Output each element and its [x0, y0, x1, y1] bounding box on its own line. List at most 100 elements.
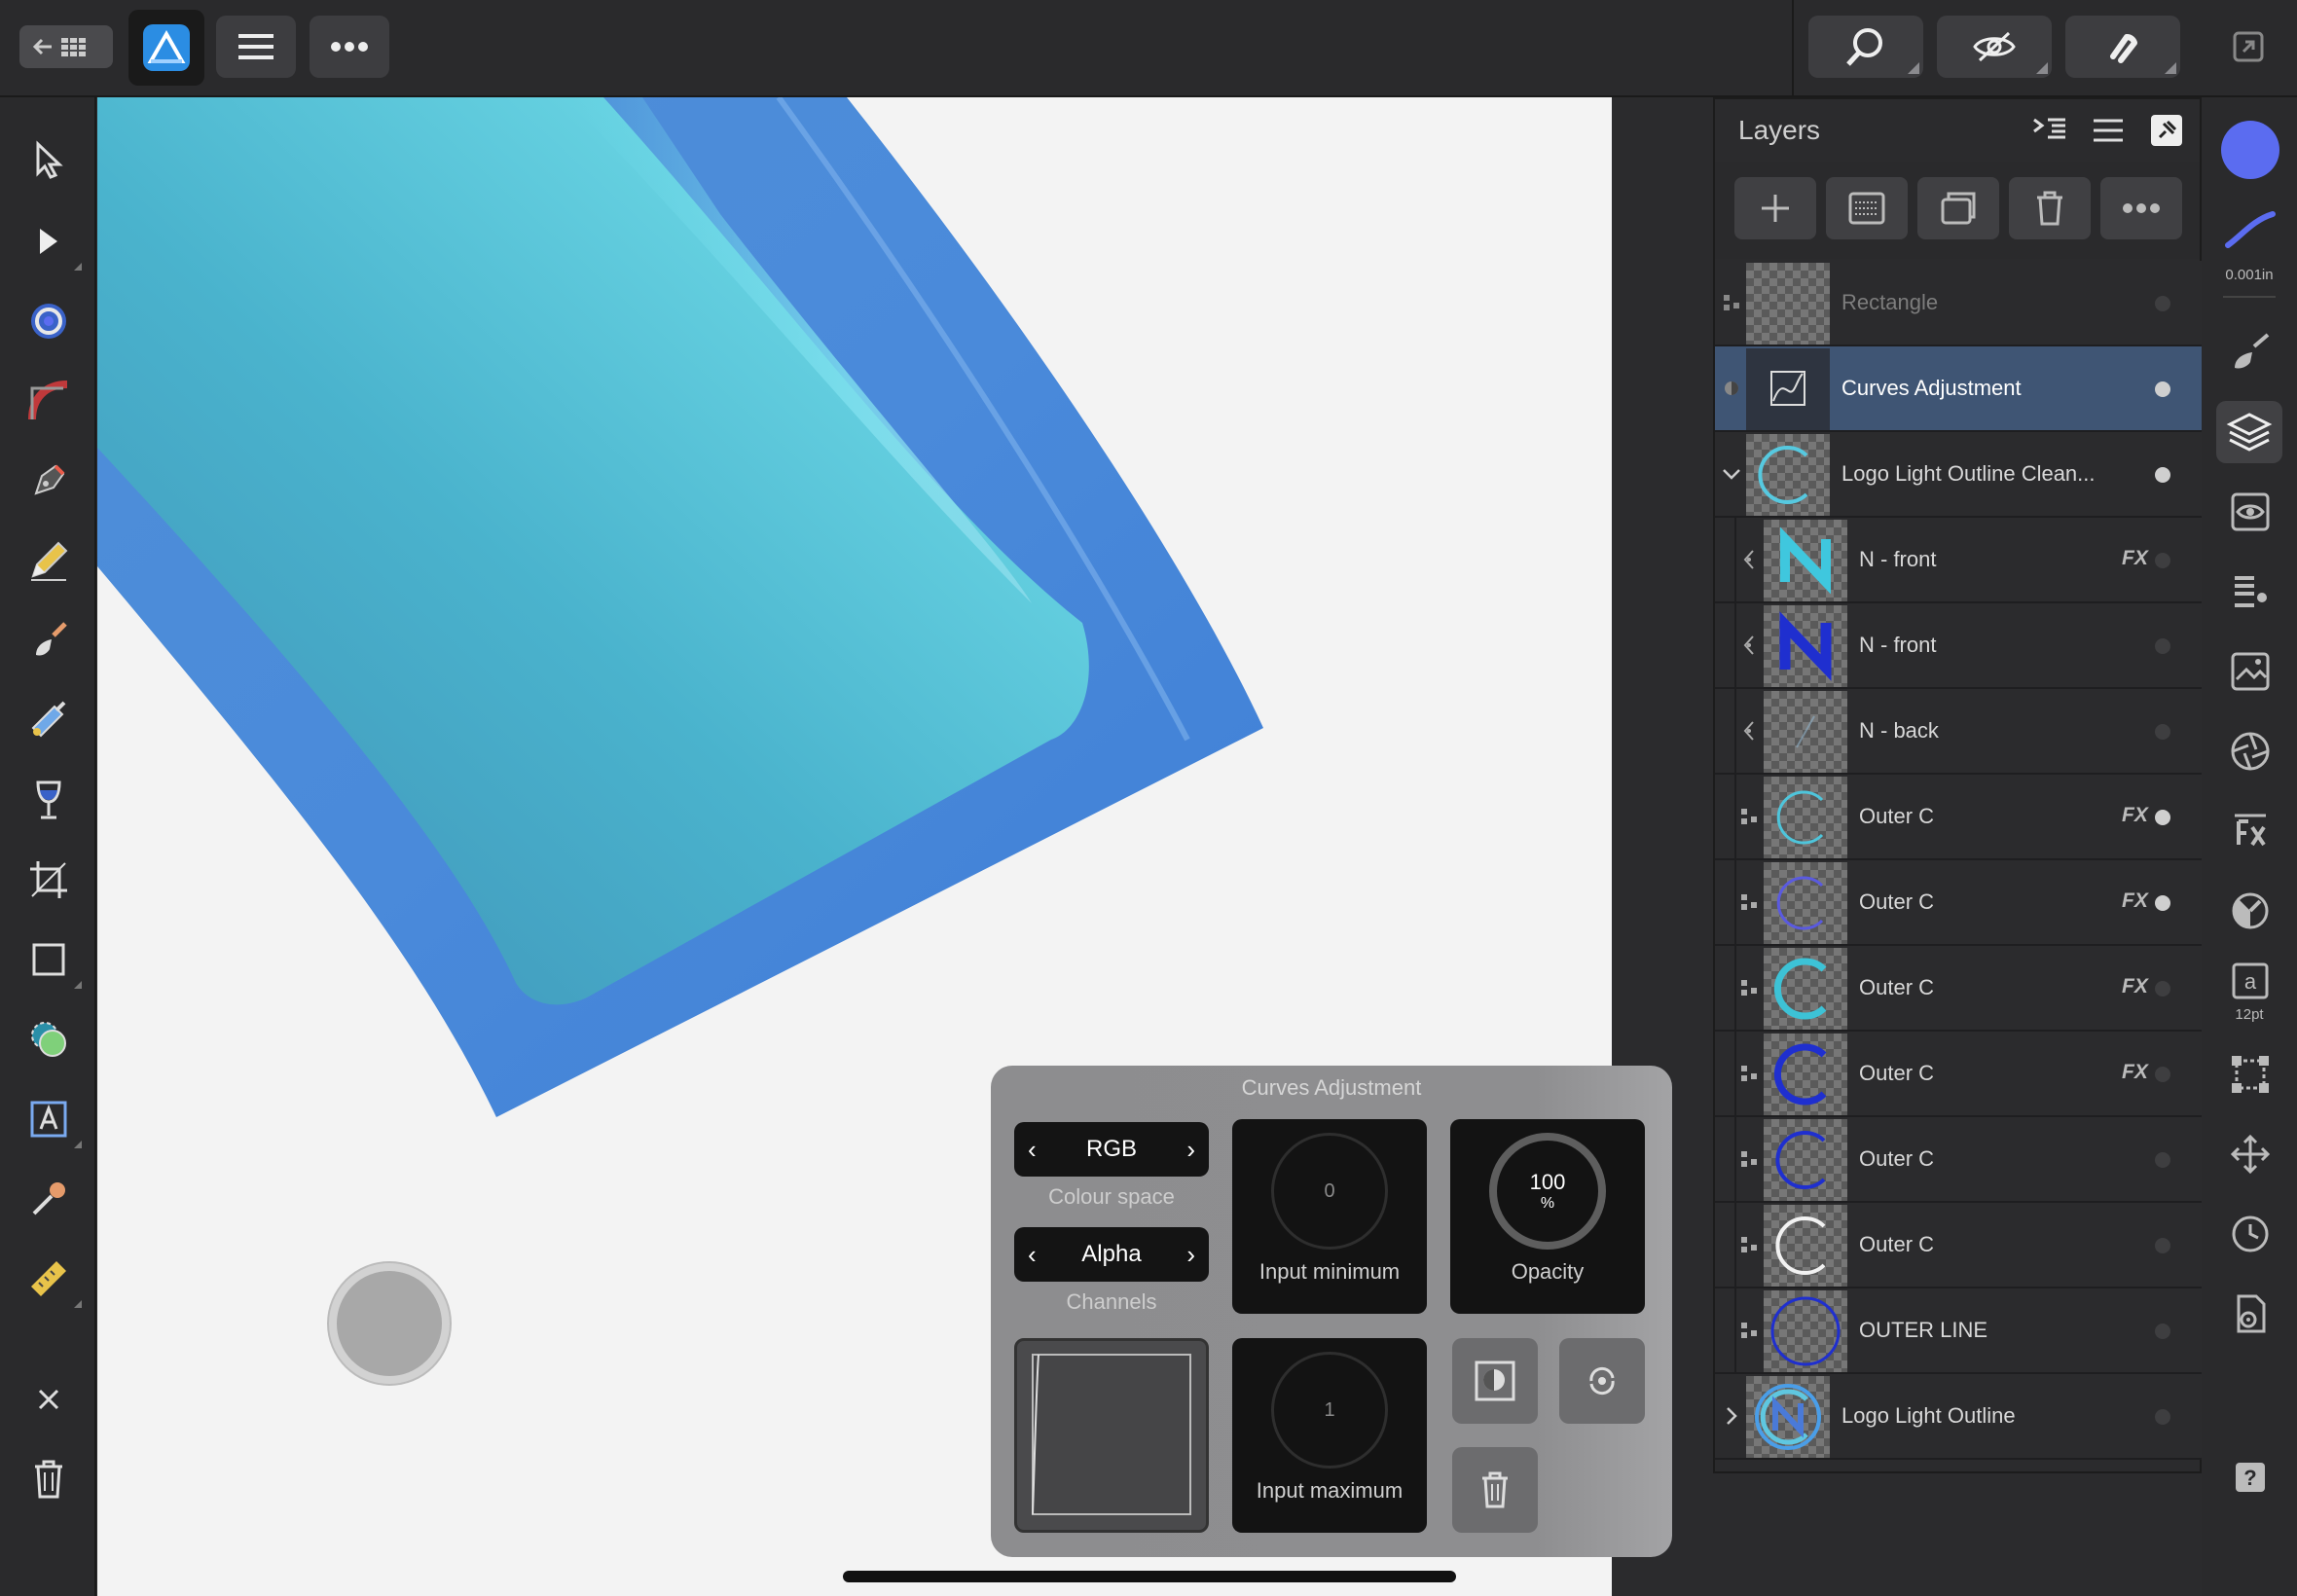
effects-panel-button[interactable] [2219, 800, 2281, 862]
measure-tool[interactable] [18, 1248, 82, 1310]
move-tool[interactable] [18, 128, 80, 191]
layer-visibility-toggle[interactable] [2155, 1238, 2170, 1253]
colour-space-selector[interactable]: ‹ RGB › [1014, 1122, 1209, 1177]
delete-button[interactable] [18, 1448, 80, 1510]
transform-box-icon [2232, 1056, 2269, 1093]
layer-visibility-toggle[interactable] [2155, 553, 2170, 568]
opacity-control[interactable]: 100 % Opacity [1450, 1119, 1645, 1314]
input-maximum-dial[interactable]: 1 [1271, 1352, 1388, 1469]
corner-tool[interactable] [18, 290, 80, 352]
rectangle-tool[interactable] [18, 928, 82, 991]
appearance-panel-button[interactable] [2219, 481, 2281, 543]
more-options-button[interactable] [310, 16, 389, 78]
chevron-right-icon[interactable]: › [1186, 1135, 1195, 1165]
view-zoom-button[interactable] [1808, 16, 1923, 78]
input-maximum-control[interactable]: 1 Input maximum [1232, 1338, 1427, 1533]
colour-swatch-button[interactable] [2219, 119, 2281, 181]
main-menu-button[interactable] [216, 16, 296, 78]
navigator-panel-button[interactable] [2219, 1123, 2281, 1185]
layers-menu-button[interactable] [2091, 113, 2126, 148]
layer-more-button[interactable] [2100, 177, 2182, 239]
layers-options-button[interactable] [2032, 113, 2067, 148]
transform-panel-button[interactable] [2219, 1043, 2281, 1106]
add-layer-button[interactable] [1734, 177, 1816, 239]
layer-row[interactable]: Outer C FX [1715, 860, 2202, 946]
home-indicator[interactable] [843, 1571, 1456, 1582]
layer-visibility-toggle[interactable] [2155, 296, 2170, 311]
reset-button[interactable] [1559, 1338, 1645, 1424]
layer-row[interactable]: Rectangle [1715, 261, 2202, 346]
crop-tool[interactable] [18, 849, 80, 911]
artistic-text-tool[interactable] [18, 1088, 82, 1150]
record-button[interactable] [329, 1263, 450, 1384]
layer-row-selected[interactable]: Curves Adjustment [1715, 346, 2202, 432]
layer-row[interactable]: OUTER LINE [1715, 1288, 2202, 1374]
layer-visibility-toggle[interactable] [2155, 981, 2170, 997]
layer-row[interactable]: Outer C [1715, 1117, 2202, 1203]
layer-row[interactable]: N - back [1715, 689, 2202, 775]
layer-visibility-toggle[interactable] [2155, 638, 2170, 654]
transparency-tool[interactable] [18, 769, 80, 831]
layer-visibility-toggle[interactable] [2155, 1409, 2170, 1425]
layer-row[interactable]: Outer C FX [1715, 946, 2202, 1032]
swatches-panel-button[interactable] [2219, 720, 2281, 782]
pen-tool[interactable] [18, 450, 80, 512]
layer-row[interactable]: Outer C [1715, 1203, 2202, 1288]
assets-panel-button[interactable] [2219, 640, 2281, 703]
close-icon [38, 1389, 59, 1410]
layer-group-row[interactable]: Logo Light Outline [1715, 1374, 2202, 1460]
layer-visibility-toggle[interactable] [2155, 1152, 2170, 1168]
layers-list[interactable]: Rectangle Curves Adjustment Logo Light O… [1715, 261, 2202, 1460]
layer-visibility-toggle[interactable] [2155, 467, 2170, 483]
layer-row[interactable]: Outer C FX [1715, 1032, 2202, 1117]
layer-visibility-toggle[interactable] [2155, 724, 2170, 740]
close-context-button[interactable] [18, 1368, 80, 1431]
pencil-tool[interactable] [18, 529, 80, 592]
input-minimum-dial[interactable]: 0 [1271, 1133, 1388, 1250]
chevron-left-icon[interactable]: ‹ [1028, 1240, 1037, 1270]
chevron-left-icon[interactable]: ‹ [1028, 1135, 1037, 1165]
opacity-dial[interactable]: 100 % [1489, 1133, 1606, 1250]
input-minimum-control[interactable]: 0 Input minimum [1232, 1119, 1427, 1314]
help-button[interactable]: ? [2219, 1446, 2281, 1508]
snapping-button[interactable] [2065, 16, 2180, 78]
node-tool[interactable] [18, 210, 82, 272]
shape-builder-tool[interactable] [18, 1008, 80, 1070]
fill-tool[interactable] [18, 689, 80, 751]
document-settings-button[interactable] [2219, 1283, 2281, 1345]
layer-visibility-toggle[interactable] [2155, 895, 2170, 911]
channels-selector[interactable]: ‹ Alpha › [1014, 1227, 1209, 1282]
color-picker-tool[interactable] [18, 1168, 80, 1230]
text-styles-panel-button[interactable] [2219, 561, 2281, 623]
vector-brush-tool[interactable] [18, 609, 80, 671]
curve-graph[interactable] [1014, 1338, 1209, 1533]
add-mask-button[interactable] [1826, 177, 1908, 239]
history-panel-button[interactable] [2219, 1203, 2281, 1265]
chevron-down-icon[interactable] [1721, 463, 1742, 485]
layer-row[interactable]: N - front [1715, 603, 2202, 689]
back-to-home-button[interactable] [19, 25, 113, 68]
brushes-panel-button[interactable] [2219, 321, 2281, 383]
layer-visibility-toggle[interactable] [2155, 1067, 2170, 1082]
layer-group-row[interactable]: Logo Light Outline Clean... [1715, 432, 2202, 518]
fullscreen-toggle-button[interactable] [2219, 16, 2278, 78]
delete-layer-button[interactable] [2009, 177, 2091, 239]
layer-row[interactable]: Outer C FX [1715, 775, 2202, 860]
duplicate-layer-button[interactable] [1917, 177, 1999, 239]
character-panel-button[interactable]: a [2219, 954, 2281, 1008]
layer-visibility-toggle[interactable] [2155, 810, 2170, 825]
view-mode-button[interactable] [1937, 16, 2052, 78]
chevron-right-icon[interactable] [1721, 1405, 1742, 1427]
delete-adjustment-button[interactable] [1452, 1447, 1538, 1533]
pin-panel-button[interactable] [2149, 113, 2184, 148]
persona-designer-button[interactable] [128, 10, 204, 86]
stroke-button[interactable] [2219, 202, 2281, 257]
layer-visibility-toggle[interactable] [2155, 381, 2170, 397]
layers-panel-button[interactable] [2216, 401, 2282, 463]
layer-row[interactable]: N - front FX [1715, 518, 2202, 603]
chevron-right-icon[interactable]: › [1186, 1240, 1195, 1270]
picker-mode-button[interactable] [1452, 1338, 1538, 1424]
pencil-curve-tool[interactable] [18, 370, 80, 432]
adjustments-panel-button[interactable] [2219, 880, 2281, 942]
layer-visibility-toggle[interactable] [2155, 1324, 2170, 1339]
